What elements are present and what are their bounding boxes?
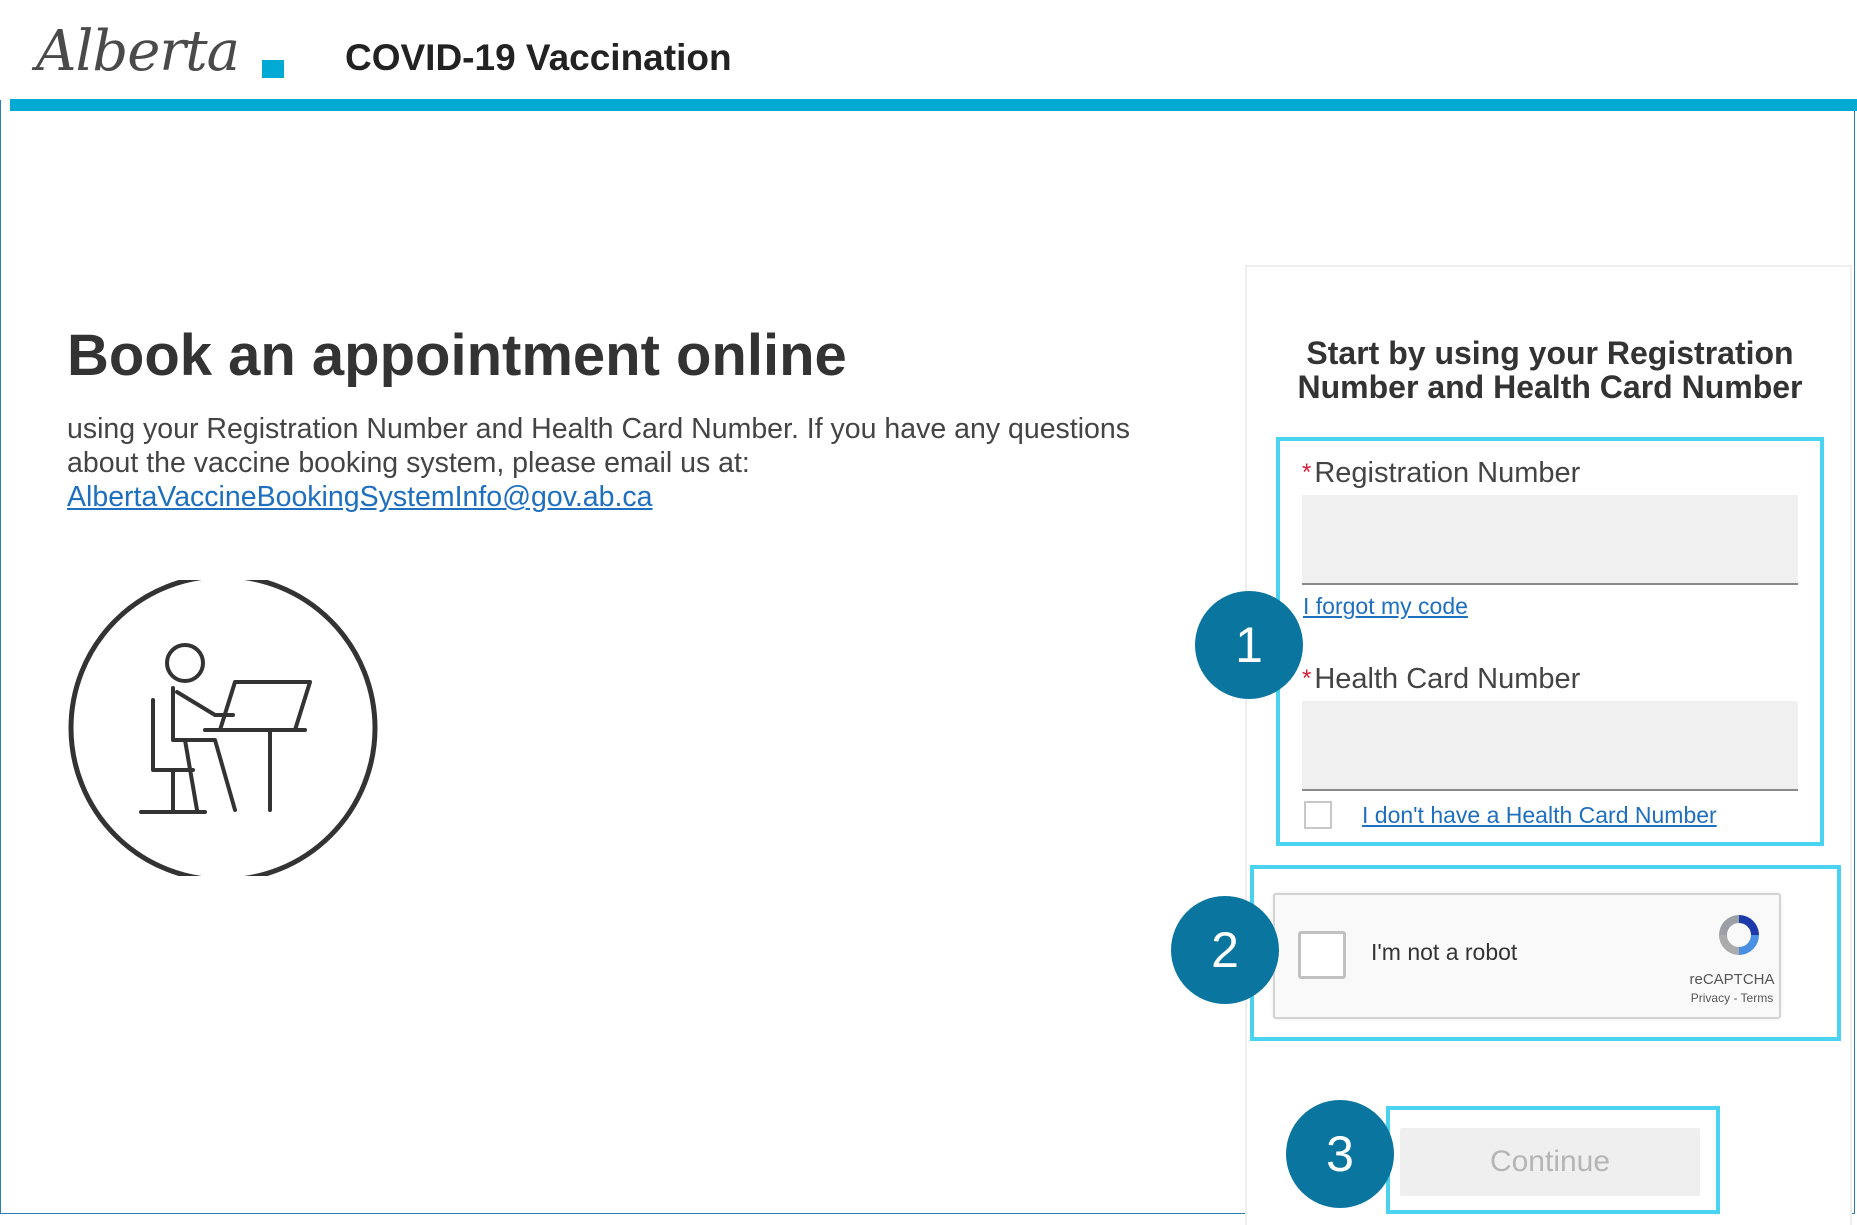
recaptcha-brand: reCAPTCHA [1689, 971, 1775, 988]
health-card-label-text: Health Card Number [1314, 663, 1581, 695]
page-heading: Book an appointment online [67, 323, 847, 388]
step-badge-3: 3 [1286, 1100, 1394, 1208]
intro-paragraph: using your Registration Number and Healt… [67, 413, 1130, 479]
continue-button[interactable]: Continue [1400, 1128, 1700, 1196]
intro-text: using your Registration Number and Healt… [67, 412, 1197, 514]
support-email-link[interactable]: AlbertaVaccineBookingSystemInfo@gov.ab.c… [67, 481, 653, 513]
health-card-number-label: * Health Card Number [1302, 662, 1580, 696]
registration-label-text: Registration Number [1314, 457, 1581, 489]
logo-wordmark: Alberta [36, 19, 240, 84]
person-at-laptop-icon [68, 580, 378, 876]
alberta-logo[interactable]: Alberta [36, 14, 296, 90]
logo-square-icon [262, 60, 284, 78]
recaptcha-privacy-terms[interactable]: Privacy - Terms [1685, 991, 1779, 1005]
health-card-number-input[interactable] [1302, 701, 1798, 791]
header-accent-bar [10, 99, 1857, 111]
app-title: COVID-19 Vaccination [345, 37, 732, 78]
required-asterisk: * [1302, 459, 1312, 486]
recaptcha-widget: I'm not a robot reCAPTCHA Privacy - Term… [1273, 893, 1781, 1019]
recaptcha-checkbox[interactable] [1298, 931, 1346, 979]
required-asterisk: * [1302, 665, 1312, 692]
registration-number-label: * Registration Number [1302, 456, 1580, 490]
recaptcha-logo-icon [1719, 915, 1759, 955]
site-header: Alberta COVID-19 Vaccination [0, 0, 1857, 100]
registration-number-input[interactable] [1302, 495, 1798, 585]
form-title: Start by using your Registration Number … [1297, 335, 1803, 405]
recaptcha-label: I'm not a robot [1371, 939, 1518, 965]
forgot-code-link[interactable]: I forgot my code [1303, 592, 1468, 620]
step-badge-2: 2 [1171, 896, 1279, 1004]
no-health-card-link[interactable]: I don't have a Health Card Number [1362, 801, 1717, 829]
step-badge-1: 1 [1195, 591, 1303, 699]
no-health-card-checkbox[interactable] [1304, 801, 1332, 829]
